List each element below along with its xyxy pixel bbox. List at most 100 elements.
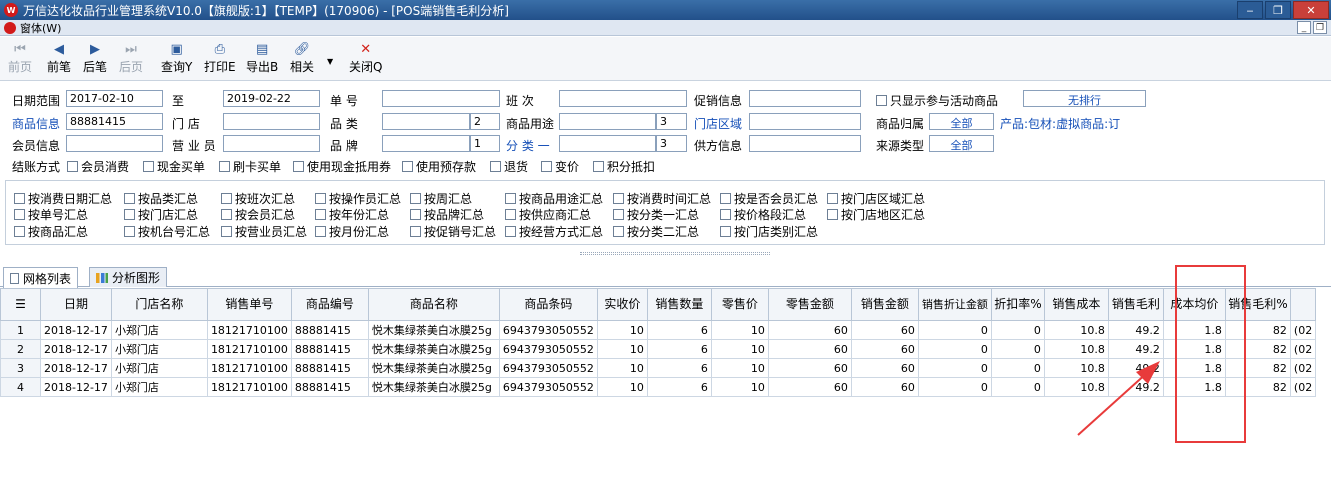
summary-checkbox[interactable]: 按门店类别汇总 — [720, 223, 818, 240]
cell-retail[interactable]: 10 — [710, 377, 769, 397]
summary-checkbox[interactable]: 按门店汇总 — [124, 206, 198, 223]
summary-checkbox[interactable]: 按经营方式汇总 — [505, 223, 603, 240]
cell-cost[interactable]: 10.8 — [1043, 320, 1109, 340]
summary-checkbox[interactable]: 按品类汇总 — [124, 190, 198, 207]
next-record-button[interactable]: ▶ 后笔 — [83, 41, 107, 79]
summary-checkbox[interactable]: 按分类一汇总 — [613, 206, 699, 223]
cell-sales-amt[interactable]: 60 — [850, 377, 919, 397]
cell-retail-amt[interactable]: 60 — [767, 377, 852, 397]
source-type-select[interactable]: 全部 — [929, 135, 994, 152]
cell-sales-amt[interactable]: 60 — [850, 320, 919, 340]
cell-store[interactable]: 小郑门店 — [110, 358, 208, 378]
cell-profit-pct[interactable]: 82 — [1224, 377, 1291, 397]
close-button[interactable]: ✕ 关闭Q — [349, 41, 382, 79]
col-discount-amt[interactable]: 销售折让金额 — [917, 288, 992, 321]
table-row[interactable]: 2 2018-12-17 小郑门店 18121710100 88881415 悦木集绿茶美… — [0, 339, 1317, 359]
salesperson-input[interactable] — [223, 135, 320, 152]
store-area-label[interactable]: 门店区域 — [694, 115, 742, 132]
cell-avg-cost[interactable]: 1.8 — [1162, 320, 1226, 340]
cell-discount-rate[interactable]: 0 — [990, 339, 1045, 359]
cell-profit-pct[interactable]: 82 — [1224, 358, 1291, 378]
cell-retail-amt[interactable]: 60 — [767, 320, 852, 340]
col-price[interactable]: 实收价 — [596, 288, 648, 321]
row-selector-header[interactable]: ☰ — [0, 288, 41, 321]
supplier-input[interactable] — [749, 135, 861, 152]
category-level-input[interactable]: 2 — [470, 113, 500, 130]
cell-avg-cost[interactable]: 1.8 — [1162, 339, 1226, 359]
col-sales-amt[interactable]: 销售金额 — [850, 288, 919, 321]
first-page-button[interactable]: ⏮ 前页 — [8, 41, 32, 79]
cell-store[interactable]: 小郑门店 — [110, 339, 208, 359]
cell-profit-pct[interactable]: 82 — [1224, 320, 1291, 340]
cell-profit[interactable]: 49.2 — [1107, 377, 1164, 397]
cell-cost[interactable]: 10.8 — [1043, 377, 1109, 397]
promo-input[interactable] — [749, 90, 861, 107]
summary-checkbox[interactable]: 按操作员汇总 — [315, 190, 401, 207]
settle-return-checkbox[interactable]: 退货 — [490, 158, 528, 175]
settle-prepaid-checkbox[interactable]: 使用预存款 — [402, 158, 476, 175]
close-window-button[interactable]: ✕ — [1293, 1, 1329, 19]
cell-retail[interactable]: 10 — [710, 320, 769, 340]
panel-splitter[interactable] — [580, 252, 770, 255]
cell-barcode[interactable]: 6943793050552 — [498, 320, 598, 340]
query-button[interactable]: ▣ 查询Y — [161, 41, 192, 79]
cell-profit[interactable]: 49.2 — [1107, 358, 1164, 378]
cell-price[interactable]: 10 — [596, 320, 648, 340]
order-no-input[interactable] — [382, 90, 500, 107]
cell-discount-amt[interactable]: 0 — [917, 377, 992, 397]
summary-checkbox[interactable]: 按消费时间汇总 — [613, 190, 711, 207]
summary-checkbox[interactable]: 按门店区域汇总 — [827, 190, 925, 207]
no-rank-button[interactable]: 无排行 — [1023, 90, 1146, 107]
cell-order[interactable]: 18121710100 — [206, 339, 292, 359]
cell-discount-amt[interactable]: 0 — [917, 339, 992, 359]
class1-label[interactable]: 分 类 一 — [506, 137, 550, 154]
cell-idx[interactable]: 3 — [0, 358, 41, 378]
cell-cost[interactable]: 10.8 — [1043, 339, 1109, 359]
col-retail-amt[interactable]: 零售金额 — [767, 288, 852, 321]
minimize-button[interactable]: ‒ — [1237, 1, 1263, 19]
settle-cash-checkbox[interactable]: 现金买单 — [143, 158, 205, 175]
cell-discount-rate[interactable]: 0 — [990, 320, 1045, 340]
summary-checkbox[interactable]: 按营业员汇总 — [221, 223, 307, 240]
child-restore-button[interactable]: ❐ — [1313, 21, 1327, 34]
last-page-button[interactable]: ⏭ 后页 — [119, 41, 143, 79]
cell-order[interactable]: 18121710100 — [206, 358, 292, 378]
child-minimize-button[interactable]: _ — [1297, 21, 1311, 34]
cell-qty[interactable]: 6 — [646, 358, 712, 378]
col-date[interactable]: 日期 — [40, 288, 112, 321]
summary-checkbox[interactable]: 按单号汇总 — [14, 206, 88, 223]
col-profit-pct[interactable]: 销售毛利% — [1224, 288, 1291, 321]
table-row[interactable]: 1 2018-12-17 小郑门店 18121710100 88881415 悦木集绿茶美… — [0, 320, 1317, 340]
cell-profit-pct[interactable]: 82 — [1224, 339, 1291, 359]
cell-avg-cost[interactable]: 1.8 — [1162, 377, 1226, 397]
summary-checkbox[interactable]: 按品牌汇总 — [410, 206, 484, 223]
cell-order[interactable]: 18121710100 — [206, 320, 292, 340]
cell-profit[interactable]: 49.2 — [1107, 339, 1164, 359]
summary-checkbox[interactable]: 按机台号汇总 — [124, 223, 210, 240]
cell-extra[interactable]: (02 — [1289, 339, 1317, 359]
summary-checkbox[interactable]: 按门店地区汇总 — [827, 206, 925, 223]
related-button[interactable]: 🔗︎ 相关 — [290, 41, 314, 79]
cell-qty[interactable]: 6 — [646, 320, 712, 340]
brand-input[interactable] — [382, 135, 470, 152]
cell-avg-cost[interactable]: 1.8 — [1162, 358, 1226, 378]
cell-date[interactable]: 2018-12-17 — [40, 320, 112, 340]
product-scope-link[interactable]: 产品:包材:虚拟商品:订 — [1000, 115, 1140, 132]
cell-extra[interactable]: (02 — [1289, 320, 1317, 340]
cell-retail[interactable]: 10 — [710, 358, 769, 378]
col-name[interactable]: 商品名称 — [367, 288, 500, 321]
settle-price-change-checkbox[interactable]: 变价 — [541, 158, 579, 175]
related-dropdown-icon[interactable]: ▼ — [327, 57, 333, 66]
usage-level-input[interactable]: 3 — [656, 113, 687, 130]
summary-checkbox[interactable]: 按消费日期汇总 — [14, 190, 112, 207]
cell-name[interactable]: 悦木集绿茶美白冰膜25g — [367, 320, 500, 340]
brand-level-input[interactable]: 1 — [470, 135, 500, 152]
cell-store[interactable]: 小郑门店 — [110, 377, 208, 397]
cell-idx[interactable]: 4 — [0, 377, 41, 397]
prev-record-button[interactable]: ◀ 前笔 — [47, 41, 71, 79]
store-input[interactable] — [223, 113, 320, 130]
cell-idx[interactable]: 1 — [0, 320, 41, 340]
col-qty[interactable]: 销售数量 — [646, 288, 712, 321]
cell-retail-amt[interactable]: 60 — [767, 358, 852, 378]
cell-code[interactable]: 88881415 — [290, 358, 369, 378]
